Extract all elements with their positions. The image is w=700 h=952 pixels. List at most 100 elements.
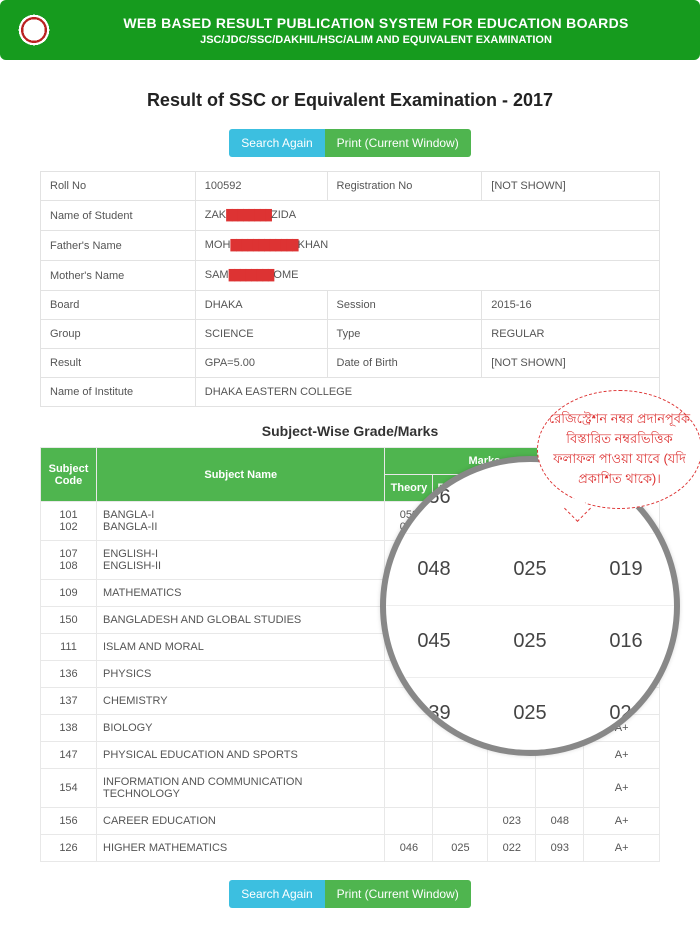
board-label: Board — [41, 291, 196, 320]
button-row-top: Search AgainPrint (Current Window) — [40, 129, 660, 157]
group-value: SCIENCE — [195, 320, 327, 349]
father-label: Father's Name — [41, 231, 196, 261]
grade-marks: A+ — [584, 742, 660, 769]
subject-name: CAREER EDUCATION — [97, 808, 385, 835]
search-again-button[interactable]: Search Again — [229, 129, 324, 157]
theory-marks — [385, 769, 433, 808]
zoom-row: 048025019 — [386, 533, 674, 605]
roll-value: 100592 — [195, 172, 327, 201]
subject-code: 154 — [41, 769, 97, 808]
practical-marks — [433, 808, 488, 835]
mother-value: SAM████████OME — [195, 261, 659, 291]
search-again-button[interactable]: Search Again — [229, 880, 324, 908]
table-row: Name of Institute DHAKA EASTERN COLLEGE — [41, 378, 660, 407]
theory-marks — [385, 808, 433, 835]
roll-label: Roll No — [41, 172, 196, 201]
subject-name: BIOLOGY — [97, 715, 385, 742]
zoom-cell: 025 — [482, 677, 578, 749]
board-value: DHAKA — [195, 291, 327, 320]
subject-name: PHYSICAL EDUCATION AND SPORTS — [97, 742, 385, 769]
table-row: Board DHAKA Session 2015-16 — [41, 291, 660, 320]
subject-name: BANGLADESH AND GLOBAL STUDIES — [97, 607, 385, 634]
button-row-bottom: Search AgainPrint (Current Window) — [40, 880, 660, 908]
inst-label: Name of Institute — [41, 378, 196, 407]
redacted-text: ████████████ — [230, 240, 297, 252]
zoom-cell: 025 — [482, 605, 578, 677]
subject-code: 109 — [41, 580, 97, 607]
table-row: Father's Name MOH████████████KHAN — [41, 231, 660, 261]
subject-code: 147 — [41, 742, 97, 769]
page-title: Result of SSC or Equivalent Examination … — [40, 90, 660, 111]
table-row: Group SCIENCE Type REGULAR — [41, 320, 660, 349]
subject-name: INFORMATION AND COMMUNICATION TECHNOLOGY — [97, 769, 385, 808]
grade-marks: A+ — [584, 769, 660, 808]
reg-value: [NOT SHOWN] — [482, 172, 660, 201]
col-name: Subject Name — [97, 448, 385, 502]
subject-code: 156 — [41, 808, 97, 835]
zoom-cell: 045 — [386, 605, 482, 677]
redacted-text: ████████ — [226, 210, 271, 222]
type-value: REGULAR — [482, 320, 660, 349]
subject-code: 137 — [41, 688, 97, 715]
theory-marks — [385, 742, 433, 769]
subject-name: BANGLA-I BANGLA-II — [97, 502, 385, 541]
mcq-marks: 023 — [488, 808, 536, 835]
total-marks — [536, 769, 584, 808]
subject-code: 111 — [41, 634, 97, 661]
logo — [14, 10, 54, 50]
table-row: Mother's Name SAM████████OME — [41, 261, 660, 291]
practical-marks: 025 — [433, 835, 488, 862]
zoom-cell: 016 — [578, 605, 674, 677]
info-table: Roll No 100592 Registration No [NOT SHOW… — [40, 171, 660, 407]
callout-text: রেজিস্ট্রেশন নম্বর প্রদানপূর্বক বিস্তারি… — [549, 411, 690, 486]
mcq-marks: 022 — [488, 835, 536, 862]
print-button[interactable]: Print (Current Window) — [325, 129, 471, 157]
dob-value: [NOT SHOWN] — [482, 349, 660, 378]
type-label: Type — [327, 320, 482, 349]
subject-code: 101 102 — [41, 502, 97, 541]
group-label: Group — [41, 320, 196, 349]
zoom-row: 045025016 — [386, 605, 674, 677]
session-value: 2015-16 — [482, 291, 660, 320]
session-label: Session — [327, 291, 482, 320]
total-marks: 048 — [536, 808, 584, 835]
subject-name: PHYSICS — [97, 661, 385, 688]
mother-label: Mother's Name — [41, 261, 196, 291]
redacted-text: ████████ — [229, 270, 274, 282]
subject-code: 136 — [41, 661, 97, 688]
header-bar: WEB BASED RESULT PUBLICATION SYSTEM FOR … — [0, 0, 700, 60]
father-value: MOH████████████KHAN — [195, 231, 659, 261]
practical-marks — [433, 769, 488, 808]
grade-marks: A+ — [584, 835, 660, 862]
subject-code: 126 — [41, 835, 97, 862]
table-row: Roll No 100592 Registration No [NOT SHOW… — [41, 172, 660, 201]
zoom-cell: 019 — [578, 533, 674, 605]
callout-bubble: রেজিস্ট্রেশন নম্বর প্রদানপূর্বক বিস্তারি… — [537, 390, 700, 509]
subject-code: 107 108 — [41, 541, 97, 580]
subject-code: 138 — [41, 715, 97, 742]
theory-marks — [385, 715, 433, 742]
zoom-cell: 025 — [482, 533, 578, 605]
total-marks: 093 — [536, 835, 584, 862]
table-row: 156CAREER EDUCATION 023048A+ — [41, 808, 660, 835]
table-row: Result GPA=5.00 Date of Birth [NOT SHOWN… — [41, 349, 660, 378]
subject-name: CHEMISTRY — [97, 688, 385, 715]
mcq-marks — [488, 769, 536, 808]
name-value: ZAK████████ZIDA — [195, 201, 659, 231]
subject-name: ISLAM AND MORAL — [97, 634, 385, 661]
table-row: Name of Student ZAK████████ZIDA — [41, 201, 660, 231]
subject-name: HIGHER MATHEMATICS — [97, 835, 385, 862]
name-label: Name of Student — [41, 201, 196, 231]
header-line1: WEB BASED RESULT PUBLICATION SYSTEM FOR … — [66, 15, 686, 31]
result-label: Result — [41, 349, 196, 378]
dob-label: Date of Birth — [327, 349, 482, 378]
subject-name: MATHEMATICS — [97, 580, 385, 607]
grade-marks: A+ — [584, 808, 660, 835]
col-code: Subject Code — [41, 448, 97, 502]
reg-label: Registration No — [327, 172, 482, 201]
theory-marks: 046 — [385, 835, 433, 862]
header-text: WEB BASED RESULT PUBLICATION SYSTEM FOR … — [66, 15, 686, 46]
subject-name: ENGLISH-I ENGLISH-II — [97, 541, 385, 580]
print-button[interactable]: Print (Current Window) — [325, 880, 471, 908]
zoom-cell: 048 — [386, 533, 482, 605]
